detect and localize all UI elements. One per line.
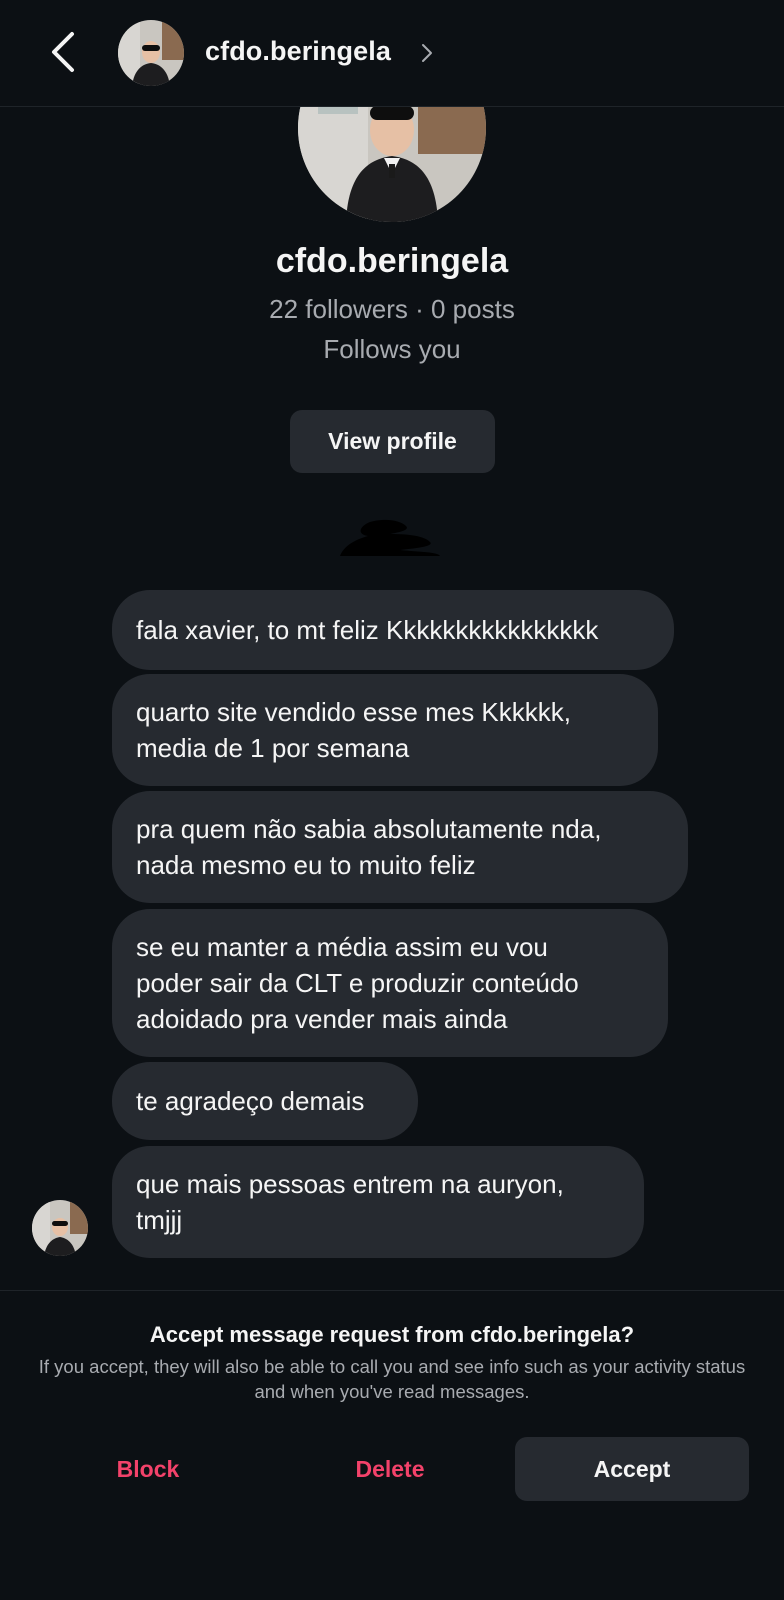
sender-avatar[interactable] [32,1200,88,1256]
message-bubble[interactable]: que mais pessoas entrem na auryon, tmjjj [112,1146,644,1258]
message-text: se eu manter a média assim eu vou [136,932,548,962]
request-title: Accept message request from cfdo.beringe… [149,1322,635,1347]
delete-button[interactable]: Delete [290,1437,490,1501]
message-text: tmjjj [136,1205,183,1235]
avatar-image [32,1200,88,1256]
message-text: media de 1 por semana [136,733,410,763]
message-text: quarto site vendido esse mes Kkkkkk, [136,697,571,727]
message-text: te agradeço demais [136,1086,365,1116]
message-text: poder sair da CLT e produzir conteúdo [136,968,579,998]
message-bubble[interactable]: fala xavier, to mt feliz Kkkkkkkkkkkkkkk… [112,590,674,670]
chevron-right-icon[interactable] [420,41,434,65]
profile-username: cfdo.beringela [275,242,509,280]
redaction-scribble [340,516,444,560]
divider [0,1290,784,1291]
follows-you-label: Follows you [323,334,461,364]
header-username[interactable]: cfdo.beringela [205,36,391,67]
avatar-image [118,20,184,86]
message-text: nada mesmo eu to muito feliz [136,850,476,880]
message-text: pra quem não sabia absolutamente nda, [136,814,602,844]
request-description: If you accept, they will also be able to… [38,1356,746,1402]
back-button[interactable] [44,28,84,76]
profile-stats: 22 followers · 0 posts [269,294,515,324]
message-text: fala xavier, to mt feliz Kkkkkkkkkkkkkkk… [136,615,599,645]
message-bubble[interactable]: te agradeço demais [112,1062,418,1140]
message-bubble[interactable]: quarto site vendido esse mes Kkkkkk, med… [112,674,658,786]
chevron-left-icon [52,32,74,72]
header-avatar[interactable] [118,20,184,86]
message-bubble[interactable]: pra quem não sabia absolutamente nda, na… [112,791,688,903]
accept-button[interactable]: Accept [515,1437,749,1501]
message-text: que mais pessoas entrem na auryon, [136,1169,564,1199]
chat-header: cfdo.beringela [0,0,784,107]
view-profile-button[interactable]: View profile [290,410,495,473]
message-bubble[interactable]: se eu manter a média assim eu vou poder … [112,909,668,1057]
message-text: adoidado pra vender mais ainda [136,1004,508,1034]
block-button[interactable]: Block [48,1437,248,1501]
